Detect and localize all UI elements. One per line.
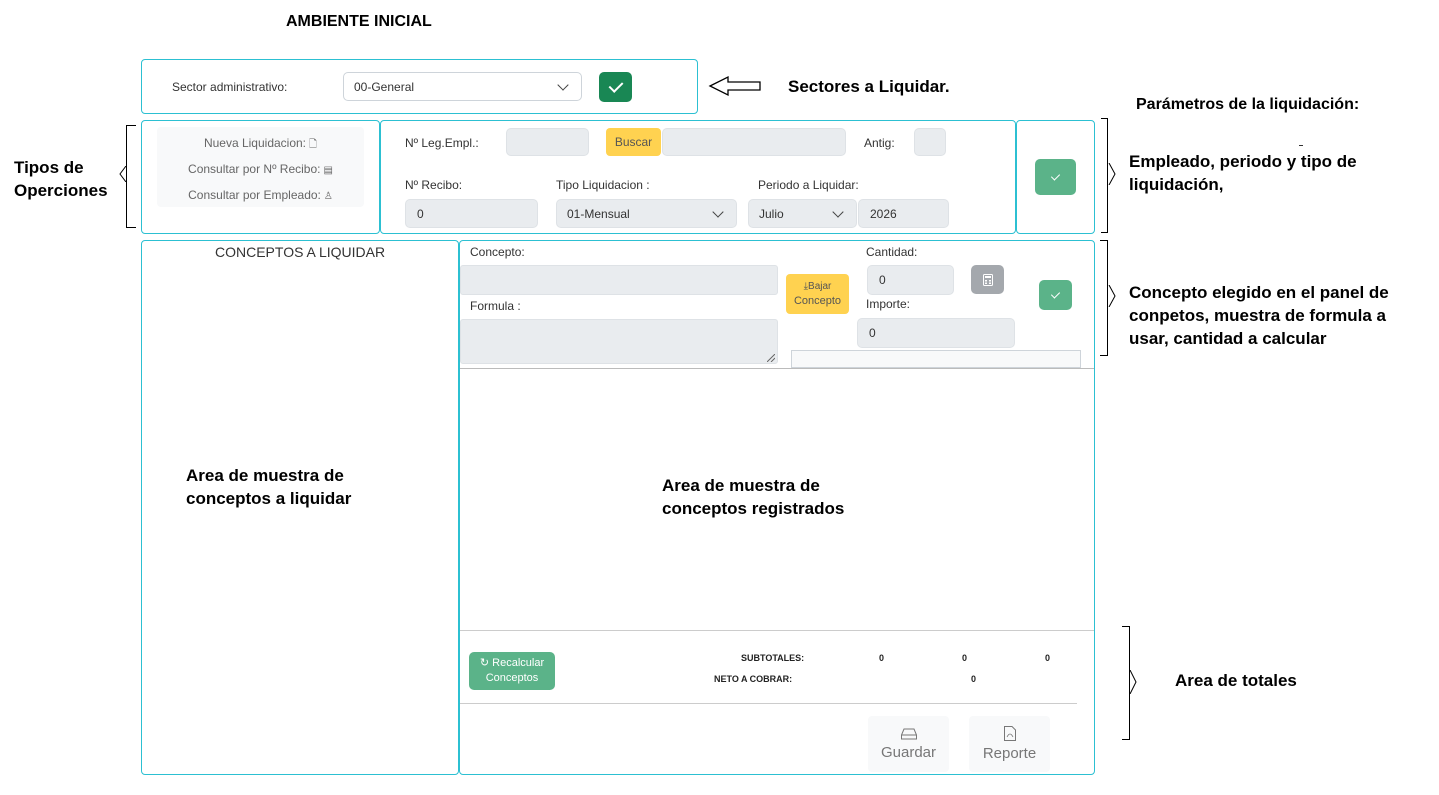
leg-input[interactable] (506, 128, 589, 156)
receipt-icon: ▤ (323, 165, 333, 176)
refresh-icon: ↻ (479, 657, 493, 669)
bracket-tipos (126, 125, 136, 228)
divider (460, 703, 1077, 704)
chevron-down-icon (557, 78, 569, 91)
operations-list: Nueva Liquidacion: 🗋 Consultar por Nº Rec… (157, 127, 364, 207)
tipo-label: Tipo Liquidacion : (556, 178, 650, 192)
periodo-label: Periodo a Liquidar: (758, 178, 859, 192)
sector-selected: 00-General (354, 79, 415, 94)
bracket-concepto (1100, 240, 1108, 356)
concepto-field (460, 265, 778, 295)
params-panel: Nº Leg.Empl.: Buscar Antig: Nº Recibo: 0… (380, 120, 1016, 234)
page-title: AMBIENTE INICIAL (286, 13, 432, 30)
importe-label: Importe: (866, 297, 911, 311)
cantidad-input[interactable]: 0 (867, 265, 954, 295)
op-nueva-liquidacion[interactable]: Nueva Liquidacion: 🗋 (157, 136, 364, 154)
neto-value: 0 (971, 674, 977, 684)
reporte-button[interactable]: Reporte (969, 716, 1050, 772)
subtotal-3: 0 (1045, 653, 1051, 663)
formula-label: Formula : (470, 299, 521, 313)
sector-label: Sector administrativo: (172, 80, 288, 94)
bracket-notch (1108, 285, 1116, 307)
resize-handle-icon (767, 354, 775, 362)
annotation-sectores: Sectores a Liquidar. (788, 77, 950, 96)
recibo-input[interactable]: 0 (405, 199, 538, 228)
neto-label: NETO A COBRAR: (714, 674, 793, 684)
importe-input[interactable]: 0 (857, 318, 1015, 348)
tipo-select[interactable]: 01-Mensual (556, 199, 737, 228)
annotation-parametros-title: Parámetros de la liquidación: (1136, 96, 1360, 113)
antig-field (914, 128, 946, 156)
registro-panel: Concepto: Formula : ⤓Bajar Concepto Cant… (459, 240, 1095, 775)
recalcular-button[interactable]: ↻ Recalcular Conceptos (469, 652, 555, 690)
chevron-down-icon (712, 205, 724, 218)
conceptos-title: CONCEPTOS A LIQUIDAR (215, 244, 386, 260)
annotation-area-conceptos: Area de muestra de conceptos a liquidar (186, 466, 352, 508)
confirm-concepto-button[interactable] (1039, 280, 1072, 310)
conceptos-panel: CONCEPTOS A LIQUIDAR Area de muestra de … (141, 240, 459, 775)
cantidad-label: Cantidad: (866, 245, 918, 259)
formula-textarea (460, 319, 778, 364)
params-confirm-panel (1016, 120, 1095, 234)
annotation-parametros-body: Empleado, periodo y tipo de liquidación, (1129, 152, 1357, 194)
subtotal-1: 0 (879, 653, 885, 663)
bracket-notch (1129, 670, 1137, 694)
annotation-area-totales: Area de totales (1175, 671, 1297, 690)
employee-name-field (662, 128, 846, 156)
subtotales-label: SUBTOTALES: (741, 653, 805, 663)
concepto-label: Concepto: (470, 245, 525, 259)
chevron-down-icon (832, 205, 844, 218)
annotation-tipos: Tipos de Operciones (14, 158, 108, 200)
pdf-file-icon (1003, 726, 1016, 741)
person-icon: ♙ (323, 191, 333, 202)
sector-select[interactable]: 00-General (343, 72, 582, 101)
periodo-year-input[interactable]: 2026 (858, 199, 949, 228)
bajar-concepto-button[interactable]: ⤓Bajar Concepto (786, 274, 849, 314)
check-icon (608, 78, 623, 93)
bracket-notch (119, 166, 127, 182)
recibo-label: Nº Recibo: (405, 178, 463, 192)
check-icon (1050, 171, 1061, 181)
file-plus-icon: 🗋 (309, 139, 318, 150)
bracket-params (1101, 118, 1108, 233)
calculator-button[interactable] (971, 265, 1004, 294)
check-icon (1050, 289, 1061, 299)
guardar-button[interactable]: Guardar (868, 716, 949, 772)
periodo-month-select[interactable]: Julio (748, 199, 857, 228)
confirm-sector-button[interactable] (599, 72, 632, 102)
buscar-button[interactable]: Buscar (606, 128, 661, 156)
confirm-params-button[interactable] (1035, 159, 1076, 195)
op-consultar-recibo[interactable]: Consultar por Nº Recibo: ▤ (157, 162, 364, 176)
divider (460, 630, 1094, 631)
download-icon: ⤓Bajar (803, 281, 832, 292)
operations-panel: Nueva Liquidacion: 🗋 Consultar por Nº Rec… (141, 120, 380, 234)
sector-panel: Sector administrativo: 00-General (141, 59, 698, 114)
subtotal-2: 0 (962, 653, 968, 663)
op-consultar-empleado[interactable]: Consultar por Empleado: ♙ (157, 188, 364, 202)
divider (460, 368, 1094, 369)
annotation-area-registrados: Area de muestra de conceptos registrados (662, 476, 845, 518)
arrow-left-icon (708, 75, 761, 97)
importe-strip (791, 350, 1081, 368)
antig-label: Antig: (864, 136, 895, 150)
calculator-icon (982, 273, 993, 286)
tipo-selected: 01-Mensual (567, 206, 630, 221)
save-drive-icon (900, 728, 917, 739)
leg-label: Nº Leg.Empl.: (405, 136, 479, 150)
periodo-month: Julio (759, 206, 784, 221)
bracket-notch (1108, 163, 1116, 185)
annotation-concepto-elegido: Concepto elegido en el panel de conpetos… (1129, 283, 1389, 348)
tick-mark (1299, 145, 1303, 146)
